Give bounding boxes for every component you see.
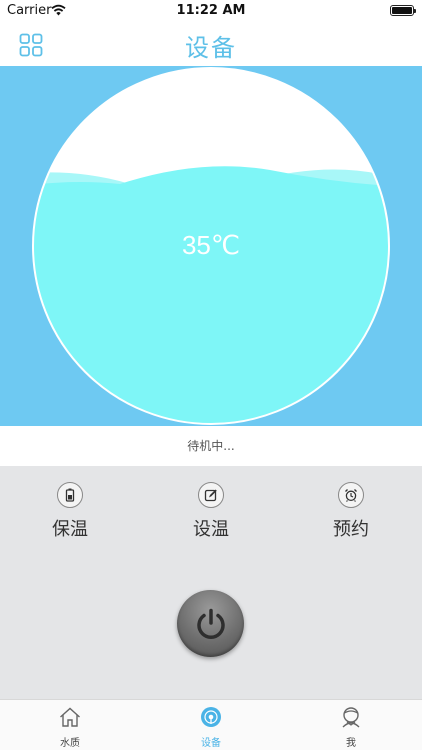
water-panel: 35℃ xyxy=(0,66,422,426)
tab-me-label: 我 xyxy=(346,738,356,749)
tab-water-quality[interactable]: 水质 xyxy=(25,706,115,749)
set-temperature-button[interactable]: 设温 xyxy=(161,482,261,541)
profile-icon xyxy=(342,707,360,728)
keep-warm-button[interactable]: 保温 xyxy=(20,482,120,541)
edit-icon xyxy=(198,482,224,508)
control-panel: 保温 设温 预约 xyxy=(0,466,422,699)
keep-warm-label: 保温 xyxy=(52,519,88,540)
tab-device-label: 设备 xyxy=(201,738,221,749)
clock: 11:22 AM xyxy=(176,3,246,18)
battery-icon xyxy=(390,5,416,16)
tab-bar: 水质 设备 我 xyxy=(0,699,422,750)
nav-bar: 设备 xyxy=(0,22,422,66)
battery-icon xyxy=(57,482,83,508)
status-bar: Carrier 11:22 AM xyxy=(0,0,422,22)
tab-me[interactable]: 我 xyxy=(306,706,396,749)
tab-water-quality-label: 水质 xyxy=(60,738,80,749)
device-icon xyxy=(201,707,221,727)
tab-device[interactable]: 设备 xyxy=(166,706,256,749)
temperature-readout: 35℃ xyxy=(181,230,241,260)
power-button[interactable] xyxy=(177,590,244,657)
power-icon xyxy=(196,608,225,639)
schedule-label: 预约 xyxy=(333,519,369,540)
home-icon xyxy=(60,707,80,727)
alarm-clock-icon xyxy=(338,482,364,508)
page-title: 设备 xyxy=(185,34,237,62)
device-status-text: 待机中... xyxy=(0,426,422,466)
set-temperature-label: 设温 xyxy=(193,519,229,540)
schedule-button[interactable]: 预约 xyxy=(301,482,401,541)
